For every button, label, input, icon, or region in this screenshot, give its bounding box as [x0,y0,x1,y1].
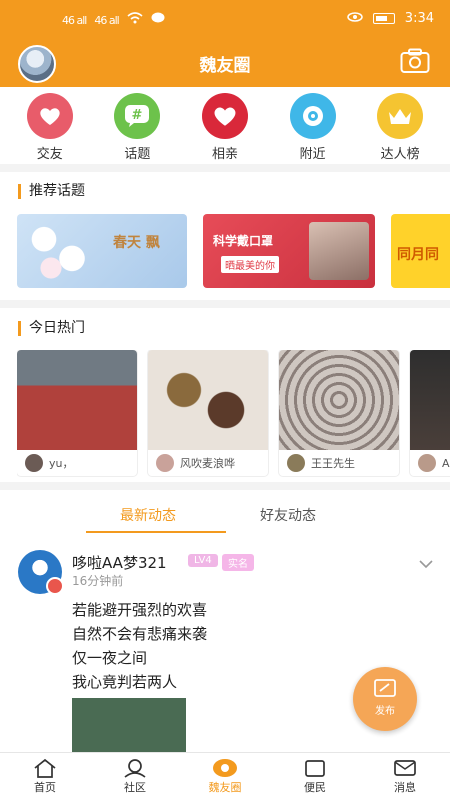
topic-card-text: 科学戴口罩 [213,234,274,248]
circle-icon [213,759,237,777]
camera-icon[interactable] [400,48,430,74]
hot-image [17,350,137,450]
home-icon [34,758,56,778]
hot-user: A [442,456,450,470]
hot-card[interactable]: 王王先生 [279,350,399,476]
nav-label: 社区 [124,781,146,794]
post-time: 16分钟前 [72,574,124,588]
hot-card[interactable]: 风吹麦浪哗 [148,350,268,476]
nav-home[interactable]: 首页 [0,753,90,800]
tab-friends[interactable]: 好友动态 [260,505,316,525]
section-divider [0,164,450,172]
hot-image [279,350,399,450]
clock: 3:34 [404,11,434,26]
heart-icon [201,93,248,139]
topic-card-text: 同月同 [397,247,439,263]
category-label: 话题 [124,147,151,162]
recommended-topics-title: 推荐话题 [18,184,85,199]
avatar [25,454,43,472]
heart-icon [26,93,73,139]
eye-icon [347,11,363,26]
hot-user: yu， [49,457,74,470]
app-screen: 46 all 46 all 3:34 魏友圈 交友 # 话题 相亲 附近 达人榜… [0,0,450,800]
publish-button[interactable]: 发布 [353,667,417,731]
category-topics[interactable]: # 话题 [107,90,167,162]
category-leaderboard[interactable]: 达人榜 [370,90,430,162]
hashtag-icon: # [114,93,161,139]
hot-card[interactable]: A [410,350,450,476]
bottom-nav: 首页 社区 魏友圈 便民 消息 [0,752,450,800]
post-line: 自然不会有悲痛来袭 [72,625,208,643]
hot-user: 王王先生 [311,457,355,470]
tab-indicator [86,531,226,533]
nav-community[interactable]: 社区 [90,753,180,800]
category-matchmaking[interactable]: 相亲 [195,90,255,162]
post-line: 我心竟判若两人 [72,673,178,691]
nav-circle[interactable]: 魏友圈 [180,753,270,800]
post-username[interactable]: 哆啦AA梦321 [72,552,167,573]
nav-label: 便民 [304,781,326,794]
nav-label: 首页 [34,781,56,794]
hot-user: 风吹麦浪哗 [180,457,235,470]
battery-icon [372,13,395,24]
chevron-down-icon[interactable] [418,556,434,572]
topic-carousel: 春天 飘 科学戴口罩 晒最美的你 同月同 [17,214,450,290]
blossom-image [23,220,93,284]
nav-message[interactable]: 消息 [360,753,450,800]
avatar [287,454,305,472]
hot-today-title: 今日热门 [18,321,85,336]
page-title: 魏友圈 [199,56,251,76]
post-image[interactable] [72,698,186,758]
hot-image [410,350,450,450]
location-pin-icon [289,93,336,139]
certified-badge: 实名 [222,554,254,571]
post-line: 若能避开强烈的欢喜 [72,601,208,619]
tab-latest[interactable]: 最新动态 [120,505,176,525]
edit-icon [374,679,396,697]
hot-card[interactable]: yu， [17,350,137,476]
category-label: 达人榜 [380,147,420,162]
section-divider [0,482,450,490]
category-label: 交友 [36,147,63,162]
crown-icon [377,93,424,139]
wifi-icon [127,12,143,28]
post-content: 若能避开强烈的欢喜 自然不会有悲痛来袭 仅一夜之间 我心竟判若两人 [72,598,207,694]
hot-carousel: yu， 风吹麦浪哗 王王先生 A [17,350,450,478]
avatar [156,454,174,472]
avatar [418,454,436,472]
topic-card[interactable]: 同月同 [391,214,450,288]
svg-text:#: # [132,108,143,123]
signal-2: 46 all [94,13,119,27]
category-dating[interactable]: 交友 [20,90,80,162]
status-bar: 46 all 46 all 3:34 [0,0,450,40]
avatar[interactable] [18,550,64,595]
service-icon [305,760,325,777]
category-label: 附近 [299,147,326,162]
topic-card-text: 春天 飘 [113,235,160,251]
nav-label: 魏友圈 [208,781,242,794]
feed-tabs: 最新动态 好友动态 [0,495,450,535]
category-row: 交友 # 话题 相亲 附近 达人榜 [0,90,450,162]
nav-service[interactable]: 便民 [270,753,360,800]
topic-card[interactable]: 科学戴口罩 晒最美的你 [203,214,375,288]
category-label: 相亲 [211,147,238,162]
topic-card[interactable]: 春天 飘 [17,214,187,288]
publish-label: 发布 [375,706,395,717]
community-icon [124,759,146,778]
nav-label: 消息 [394,781,416,794]
level-badge: LV4 [188,554,218,567]
hot-image [148,350,268,450]
chat-notification-icon [151,12,165,28]
top-bar: 46 all 46 all 3:34 魏友圈 [0,0,450,87]
signal-1: 46 all [62,13,87,27]
topic-photo [309,222,369,280]
message-icon [394,760,416,776]
post-line: 仅一夜之间 [72,649,148,667]
section-divider [0,300,450,308]
category-nearby[interactable]: 附近 [283,90,343,162]
topic-card-subtext: 晒最美的你 [221,256,279,273]
